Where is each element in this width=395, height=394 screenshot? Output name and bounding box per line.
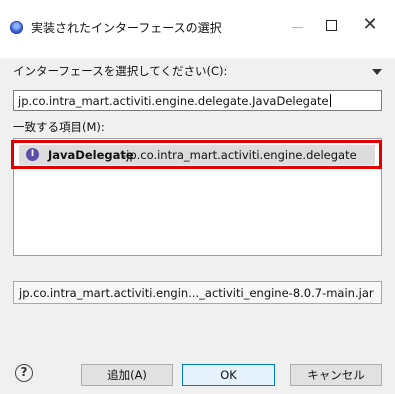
ok-button[interactable]: OK [182,364,275,386]
window-title: 実装されたインターフェースの選択 [31,21,222,35]
text-caret [329,94,331,107]
highlight-annotation [11,140,382,169]
minimize-button[interactable] [292,27,303,28]
interface-search-input[interactable]: jp.co.intra_mart.activiti.engine.delegat… [13,90,382,111]
add-button[interactable]: 追加(A) [81,364,173,386]
matches-label: 一致する項目(M): [13,120,105,134]
close-button[interactable]: ✕ [359,15,381,37]
jar-location-field: jp.co.intra_mart.activiti.engin..._activ… [13,281,382,304]
help-icon[interactable]: ? [15,364,33,382]
cancel-button[interactable]: キャンセル [290,364,382,386]
interface-prompt-label: インターフェースを選択してください(C): [13,64,228,78]
eclipse-icon [10,21,23,34]
chevron-down-icon[interactable] [372,69,382,75]
search-input-value: jp.co.intra_mart.activiti.engine.delegat… [18,94,329,108]
maximize-button[interactable] [326,20,337,31]
